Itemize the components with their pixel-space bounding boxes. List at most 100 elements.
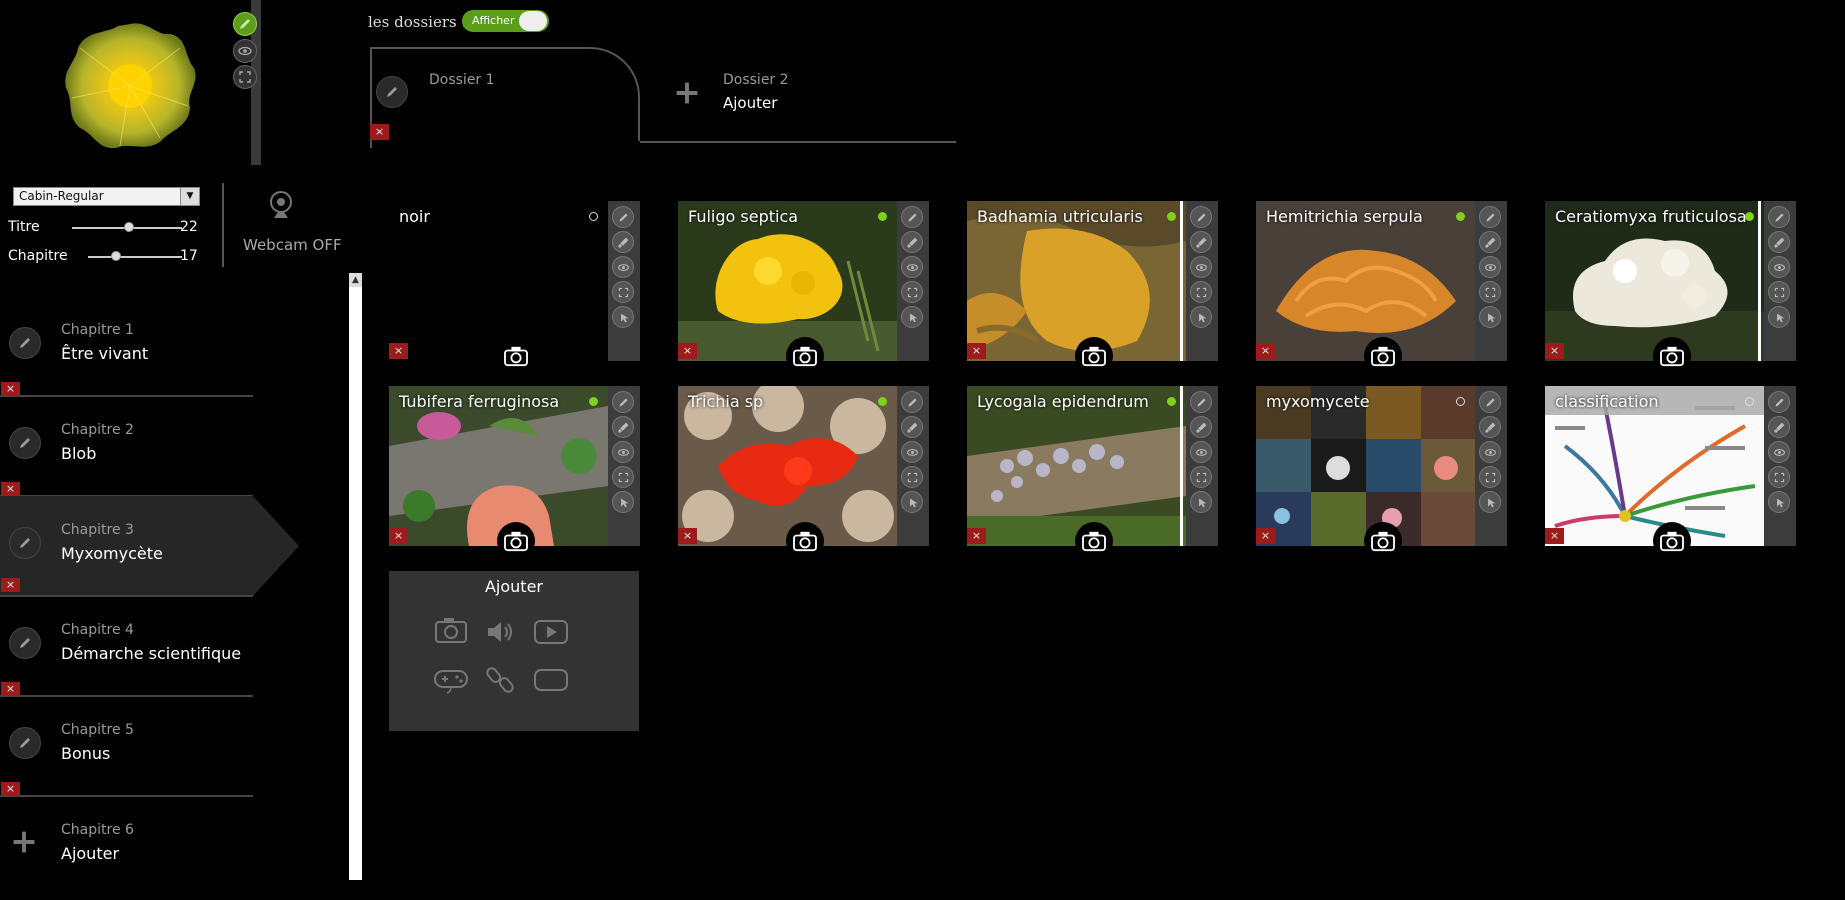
slider-track[interactable] xyxy=(88,256,182,258)
brush-icon[interactable] xyxy=(1479,416,1501,438)
media-card[interactable]: Ceratiomyxa fruticulosa × xyxy=(1545,201,1796,375)
eye-icon[interactable] xyxy=(1479,256,1501,278)
eye-icon[interactable] xyxy=(233,39,257,63)
delete-icon[interactable]: × xyxy=(1,382,20,396)
pencil-icon[interactable] xyxy=(1190,206,1212,228)
cursor-icon[interactable] xyxy=(1768,491,1790,513)
pencil-icon[interactable] xyxy=(1190,391,1212,413)
camera-icon[interactable] xyxy=(1653,337,1691,375)
font-select[interactable]: Cabin-Regular ▼ xyxy=(13,187,200,206)
camera-icon[interactable] xyxy=(1075,337,1113,375)
chapter-item[interactable]: Chapitre 2 Blob × xyxy=(0,400,253,500)
media-card[interactable]: Badhamia utricularis × xyxy=(967,201,1218,375)
fullscreen-icon[interactable] xyxy=(612,466,634,488)
camera-icon[interactable] xyxy=(1653,522,1691,560)
pencil-icon[interactable] xyxy=(1768,391,1790,413)
media-card[interactable]: noir × xyxy=(389,201,640,375)
chapter-item[interactable]: Chapitre 5 Bonus × xyxy=(0,700,253,800)
play-icon[interactable] xyxy=(533,617,569,647)
camera-icon[interactable] xyxy=(497,522,535,560)
delete-icon[interactable]: × xyxy=(678,528,697,544)
webcam-icon[interactable] xyxy=(266,190,296,220)
eye-icon[interactable] xyxy=(901,256,923,278)
fullscreen-icon[interactable] xyxy=(233,65,257,89)
pencil-icon[interactable] xyxy=(9,527,41,559)
delete-icon[interactable]: × xyxy=(1545,343,1564,359)
delete-icon[interactable]: × xyxy=(678,343,697,359)
tab-folder-1[interactable] xyxy=(370,47,640,141)
eye-icon[interactable] xyxy=(612,441,634,463)
delete-icon[interactable]: × xyxy=(967,343,986,359)
scroll-up-icon[interactable]: ▲ xyxy=(349,273,362,287)
fullscreen-icon[interactable] xyxy=(1479,466,1501,488)
pencil-icon[interactable] xyxy=(901,391,923,413)
speaker-icon[interactable] xyxy=(483,617,519,647)
webcam-status[interactable]: Webcam OFF xyxy=(243,236,342,254)
delete-icon[interactable]: × xyxy=(389,528,408,544)
chapter-size-slider[interactable]: Chapitre 17 xyxy=(8,246,208,266)
pencil-icon[interactable] xyxy=(1768,206,1790,228)
eye-icon[interactable] xyxy=(901,441,923,463)
chapter-item[interactable]: Chapitre 1 Être vivant × xyxy=(0,300,253,400)
pencil-icon[interactable] xyxy=(612,391,634,413)
pencil-icon[interactable] xyxy=(233,12,257,36)
slider-thumb[interactable] xyxy=(124,222,135,232)
plus-icon[interactable] xyxy=(672,78,702,108)
add-chapter-item[interactable]: Chapitre 6 Ajouter xyxy=(0,800,253,900)
gamepad-icon[interactable] xyxy=(433,665,469,695)
media-card[interactable]: Tubifera ferruginosa × xyxy=(389,386,640,560)
delete-icon[interactable]: × xyxy=(389,343,408,359)
fullscreen-icon[interactable] xyxy=(1768,466,1790,488)
media-card[interactable]: Trichia sp × xyxy=(678,386,929,560)
pencil-icon[interactable] xyxy=(612,206,634,228)
camera-icon[interactable] xyxy=(1364,522,1402,560)
brush-icon[interactable] xyxy=(1479,231,1501,253)
media-card[interactable]: classification × xyxy=(1545,386,1796,560)
delete-icon[interactable]: × xyxy=(1,682,20,696)
cursor-icon[interactable] xyxy=(1479,306,1501,328)
eye-icon[interactable] xyxy=(612,256,634,278)
brush-icon[interactable] xyxy=(901,231,923,253)
chapter-item-active[interactable]: Chapitre 3 Myxomycète × xyxy=(0,496,299,597)
media-card[interactable]: Fuligo septica × xyxy=(678,201,929,375)
eye-icon[interactable] xyxy=(1190,256,1212,278)
pencil-icon[interactable] xyxy=(1479,391,1501,413)
scrollbar[interactable]: ▲ xyxy=(349,273,362,880)
cursor-icon[interactable] xyxy=(901,306,923,328)
slider-thumb[interactable] xyxy=(111,251,122,261)
brush-icon[interactable] xyxy=(901,416,923,438)
pencil-icon[interactable] xyxy=(901,206,923,228)
camera-icon[interactable] xyxy=(433,615,469,645)
camera-icon[interactable] xyxy=(786,522,824,560)
link-icon[interactable] xyxy=(483,665,519,695)
camera-icon[interactable] xyxy=(786,337,824,375)
pencil-icon[interactable] xyxy=(9,427,41,459)
cursor-icon[interactable] xyxy=(1190,491,1212,513)
camera-icon[interactable] xyxy=(497,337,535,375)
brush-icon[interactable] xyxy=(1190,416,1212,438)
show-folders-toggle[interactable]: Afficher xyxy=(462,10,549,32)
delete-icon[interactable]: × xyxy=(1545,528,1564,544)
delete-icon[interactable]: × xyxy=(370,124,389,140)
camera-icon[interactable] xyxy=(1364,337,1402,375)
brush-icon[interactable] xyxy=(1190,231,1212,253)
blank-frame-icon[interactable] xyxy=(533,665,569,695)
fullscreen-icon[interactable] xyxy=(1479,281,1501,303)
pencil-icon[interactable] xyxy=(9,327,41,359)
media-card[interactable]: Hemitrichia serpula × xyxy=(1256,201,1507,375)
eye-icon[interactable] xyxy=(1190,441,1212,463)
fullscreen-icon[interactable] xyxy=(1190,281,1212,303)
media-card[interactable]: myxomycete × xyxy=(1256,386,1507,560)
brush-icon[interactable] xyxy=(1768,416,1790,438)
brush-icon[interactable] xyxy=(1768,231,1790,253)
fullscreen-icon[interactable] xyxy=(901,466,923,488)
chapter-item[interactable]: Chapitre 4 Démarche scientifique × xyxy=(0,600,253,700)
fullscreen-icon[interactable] xyxy=(901,281,923,303)
eye-icon[interactable] xyxy=(1479,441,1501,463)
pencil-icon[interactable] xyxy=(376,76,408,108)
cursor-icon[interactable] xyxy=(1479,491,1501,513)
delete-icon[interactable]: × xyxy=(1,482,20,496)
delete-icon[interactable]: × xyxy=(1256,343,1275,359)
pencil-icon[interactable] xyxy=(9,627,41,659)
fullscreen-icon[interactable] xyxy=(1190,466,1212,488)
